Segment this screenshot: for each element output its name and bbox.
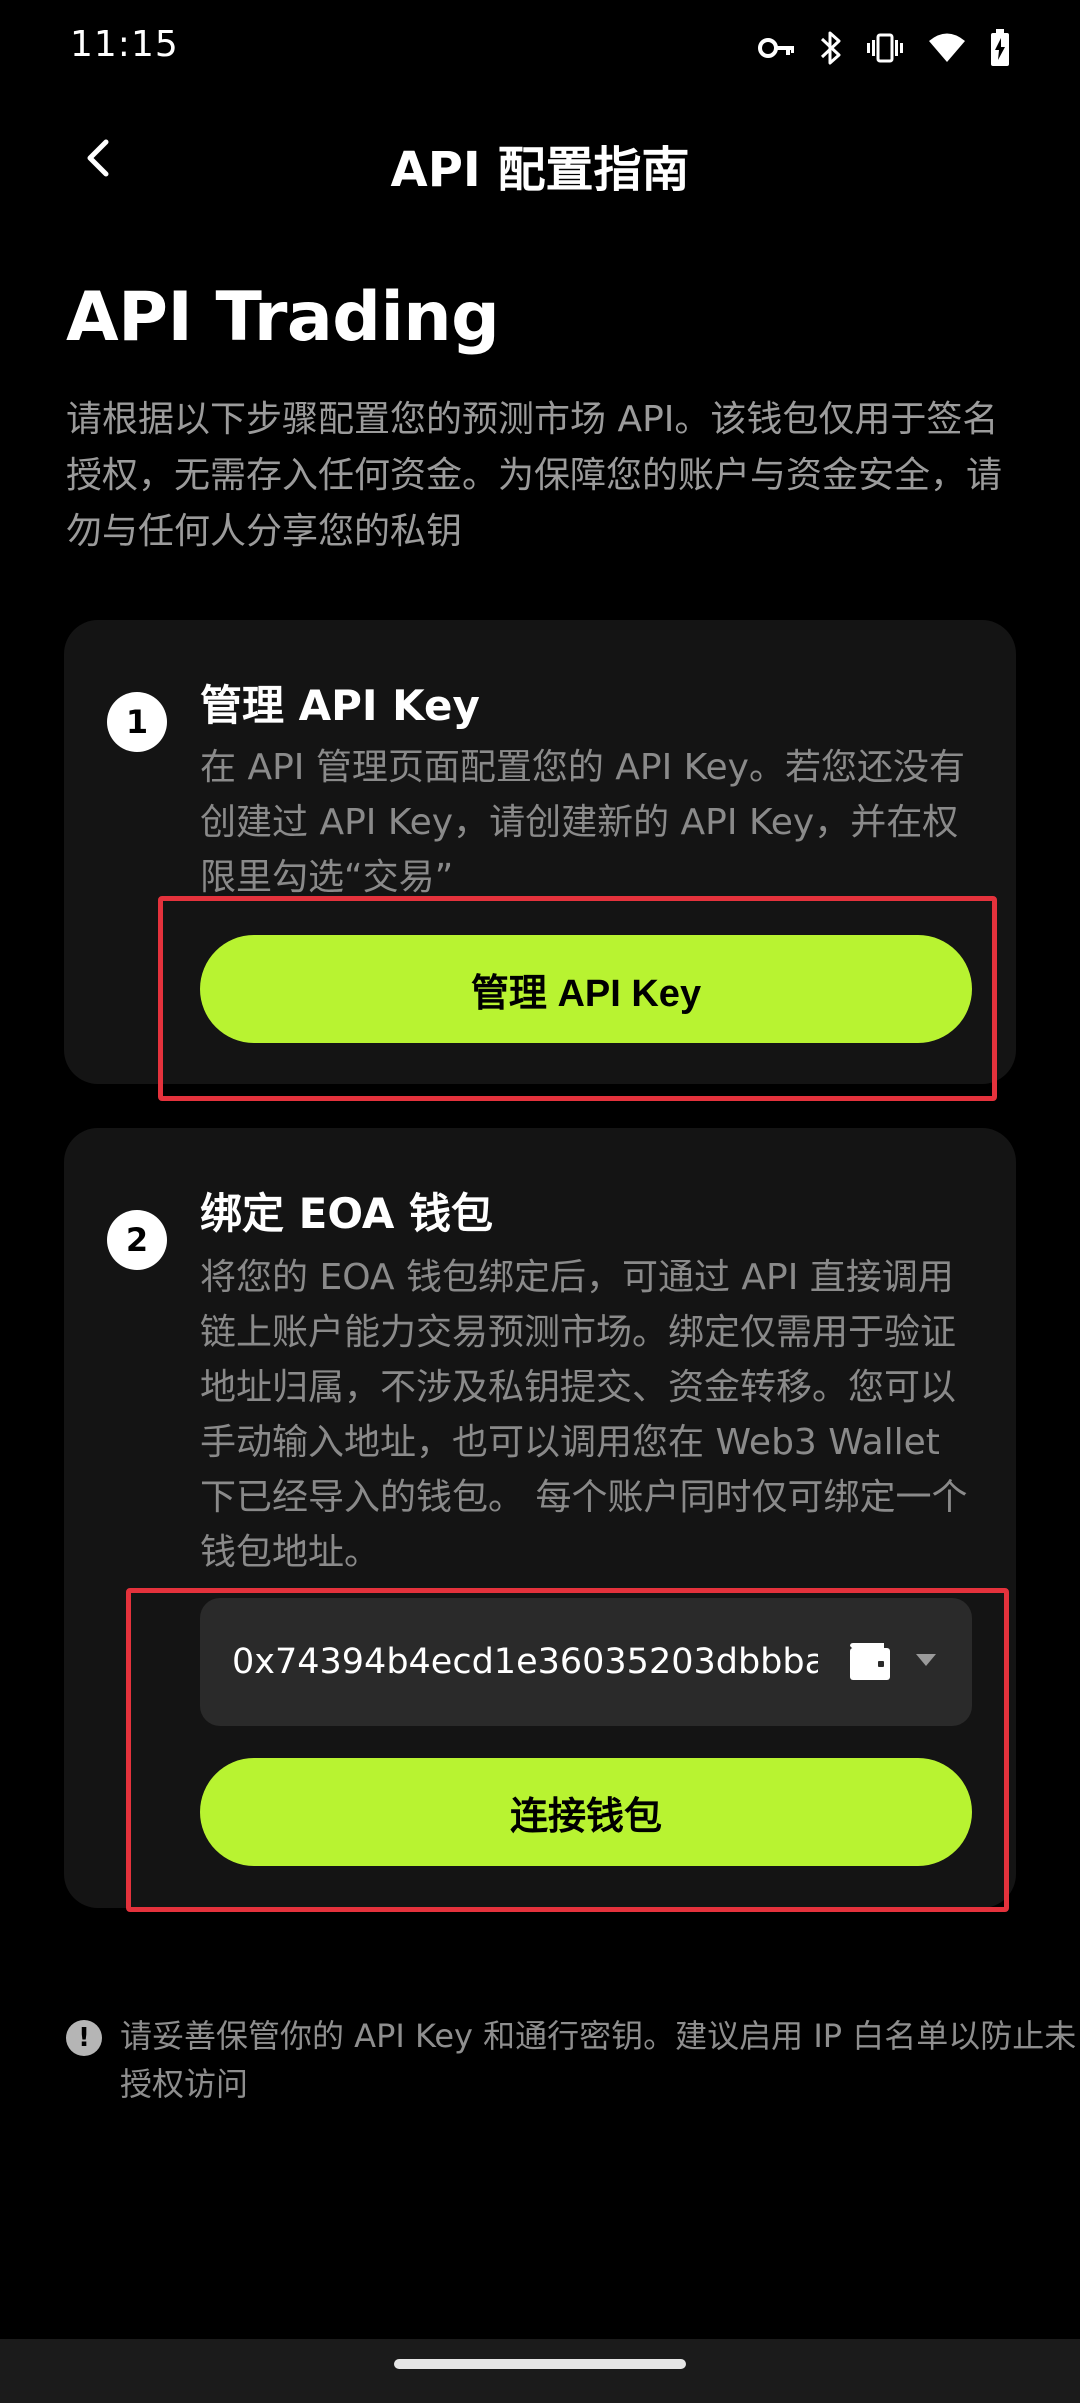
page-description: 请根据以下步骤配置您的预测市场 API。该钱包仅用于签名授权，无需存入任何资金。… [66,399,1003,552]
screen: 11:15 API 配置指南 API Trading 请根据以下步骤配置您的预测… [0,0,1080,2403]
vibrate-icon [866,32,904,64]
step-description: 将您的 EOA 钱包绑定后，可通过 API 直接调用链上账户能力交易预测市场。绑… [200,1257,968,1573]
chevron-down-icon[interactable] [916,1654,936,1666]
status-icons [758,28,1010,68]
header: API 配置指南 [0,110,1080,210]
wallet-address-value[interactable]: 0x74394b4ecd1e36035203dbbba [232,1598,818,1726]
step-number-badge: 2 [107,1210,167,1270]
status-time: 11:15 [70,24,179,65]
key-icon [758,36,796,60]
step-description: 在 API 管理页面配置您的 API Key。若您还没有创建过 API Key，… [200,747,965,898]
connect-wallet-button[interactable]: 连接钱包 [200,1758,972,1866]
manage-api-key-button[interactable]: 管理 API Key [200,935,972,1043]
wallet-address-select[interactable]: 0x74394b4ecd1e36035203dbbba [200,1598,972,1726]
alert-icon: ! [66,2020,102,2056]
home-indicator[interactable] [394,2359,686,2369]
step-card-bind-eoa-wallet: 2 绑定 EOA 钱包 将您的 EOA 钱包绑定后，可通过 API 直接调用链上… [64,1128,1016,1908]
wifi-icon [928,32,966,64]
step-title: 管理 API Key [200,681,480,730]
battery-icon [990,29,1010,67]
status-bar: 11:15 [0,0,1080,96]
step-card-manage-api-key: 1 管理 API Key 在 API 管理页面配置您的 API Key。若您还没… [64,620,1016,1084]
notice-text: 请妥善保管你的 API Key 和通行密钥。建议启用 IP 白名单以防止未授权访… [120,2017,1077,2103]
step-title: 绑定 EOA 钱包 [200,1189,494,1238]
step-number-badge: 1 [107,692,167,752]
wallet-icon[interactable] [848,1642,894,1682]
navigation-bar [0,2339,1080,2403]
header-title: API 配置指南 [390,142,690,198]
page-title: API Trading [66,278,500,357]
bluetooth-icon [820,30,842,66]
